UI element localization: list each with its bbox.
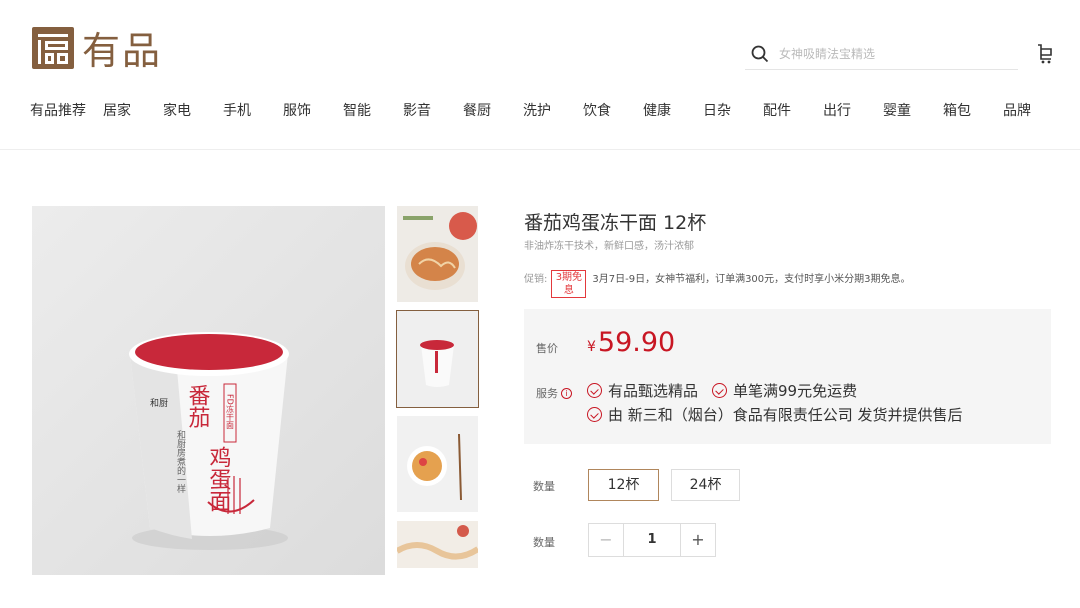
product-subtitle: 非油炸冻干技术，新鲜口感，汤汁浓郁 (524, 241, 694, 252)
nav-item[interactable]: 手机 (223, 100, 283, 120)
service-item-shipping: 单笔满99元免运费 (733, 382, 858, 400)
thumbnail-bowl[interactable] (397, 206, 478, 302)
thumbnail-list (396, 206, 479, 577)
nav-item[interactable]: 箱包 (943, 100, 1003, 120)
service-row-2: 由 新三和（烟台）食品有限责任公司 发货并提供售后 (587, 404, 963, 425)
cup-title-a: 番茄 (185, 384, 211, 428)
service-row-1: 有品甄选精品 单笔满99元免运费 (587, 380, 857, 401)
site-header: 有品 有品推荐居家家电手机服饰智能影音餐厨洗护饮食健康日杂配件出行婴童箱包品牌 (0, 0, 1080, 150)
site-logo[interactable]: 有品 (32, 20, 162, 75)
nav-item[interactable]: 配件 (763, 100, 823, 120)
decrement-button[interactable]: − (589, 524, 623, 556)
nav-item[interactable]: 饮食 (583, 100, 643, 120)
nav-item[interactable]: 影音 (403, 100, 463, 120)
nav-item[interactable]: 婴童 (883, 100, 943, 120)
nav-item[interactable]: 出行 (823, 100, 883, 120)
promo-text: 3月7日-9日，女神节福利，订单满300元，支付时享小米分期3期免息。 (592, 274, 911, 285)
price: ¥ 59.90 (587, 327, 675, 358)
check-circle-icon (587, 407, 602, 422)
option-label: 数量 (533, 480, 555, 493)
price-box: 售价 ¥ 59.90 服务 i 有品甄选精品 单笔满99元免运费 由 新三和（烟… (524, 309, 1051, 444)
nav-item[interactable]: 洗护 (523, 100, 583, 120)
quantity-label: 数量 (533, 536, 555, 549)
promo-badge: 3期免息 (551, 270, 587, 298)
option-24-cups[interactable]: 24杯 (671, 469, 740, 501)
logo-mark-icon (32, 26, 74, 69)
search-bar (745, 38, 1018, 70)
nav-item[interactable]: 智能 (343, 100, 403, 120)
nav-item[interactable]: 品牌 (1003, 100, 1043, 120)
service-item-selected: 有品甄选精品 (608, 382, 699, 400)
quantity-input[interactable]: 1 (623, 524, 681, 556)
option-12-cups[interactable]: 12杯 (588, 469, 659, 501)
product-main-image: 和厨 FD冻干面 番茄 鸡蛋面 和厨房煮的一样 (32, 206, 385, 575)
product-title: 番茄鸡蛋冻干面 12杯 (524, 212, 707, 234)
service-item-seller: 由 新三和（烟台）食品有限责任公司 发货并提供售后 (608, 406, 963, 424)
quantity-stepper: − 1 + (588, 523, 716, 557)
price-currency: ¥ (587, 339, 596, 355)
cart-icon[interactable] (1036, 42, 1054, 64)
nav-item[interactable]: 餐厨 (463, 100, 523, 120)
nav-item[interactable]: 健康 (643, 100, 703, 120)
cup-slogan: 和厨房煮的一样 (175, 430, 186, 494)
search-icon[interactable] (751, 45, 769, 63)
nav-item[interactable]: 家电 (163, 100, 223, 120)
nav-item[interactable]: 有品推荐 (30, 100, 103, 120)
check-circle-icon (587, 383, 602, 398)
nav-item[interactable]: 服饰 (283, 100, 343, 120)
info-icon[interactable]: i (561, 387, 572, 399)
promo-label: 促销: (524, 274, 548, 285)
service-label-row: 服务 i (536, 385, 572, 401)
increment-button[interactable]: + (681, 524, 715, 556)
price-value: 59.90 (597, 327, 676, 358)
nav-item[interactable]: 居家 (103, 100, 163, 120)
cup-brand-text: 和厨 (150, 398, 168, 409)
check-circle-icon (712, 383, 728, 398)
category-nav: 有品推荐 居家 家电 手机 服饰 智能 影音 餐厨 洗护 饮食 健康 日杂 配件 出行 婴童 箱包 品牌 (30, 100, 1043, 120)
service-label: 服务 (536, 387, 558, 400)
thumbnail-cup[interactable] (396, 310, 479, 408)
thumbnail-partial[interactable] (397, 521, 478, 568)
price-label: 售价 (536, 342, 558, 355)
promo-row: 促销: 3期免息 3月7日-9日，女神节福利，订单满300元，支付时享小米分期3… (524, 270, 911, 298)
thumbnail-noodle-bowl[interactable] (397, 416, 478, 512)
logo-text: 有品 (82, 29, 163, 73)
nav-item[interactable]: 日杂 (703, 100, 763, 120)
search-input[interactable] (779, 46, 999, 61)
cup-tag-text: FD冻干面 (226, 394, 235, 430)
